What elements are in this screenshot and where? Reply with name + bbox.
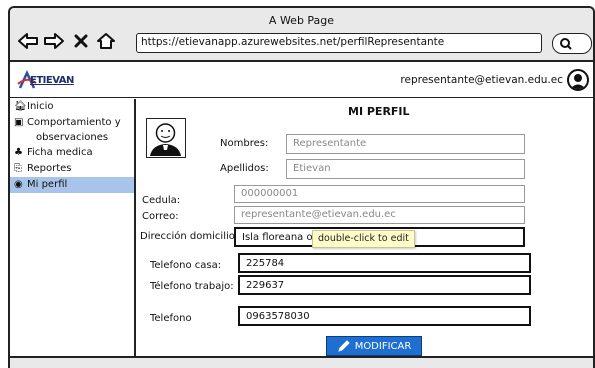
- logo-text: ETIEVAN: [30, 75, 74, 86]
- tel-casa-field[interactable]: 225784: [238, 253, 531, 273]
- home-icon: 🏠︎: [14, 101, 27, 112]
- edit-tooltip: double-click to edit: [312, 230, 415, 248]
- user-circle-icon: ◉: [14, 179, 23, 190]
- nombres-field[interactable]: Representante: [286, 134, 525, 154]
- correo-label: Correo:: [142, 211, 179, 222]
- forward-arrow-icon[interactable]: [42, 30, 66, 52]
- horizontal-scrollbar[interactable]: [10, 356, 593, 368]
- browser-window: A Web Page https://etievanapp.azurewebsi…: [8, 6, 595, 368]
- sidebar-item-mi-perfil[interactable]: ◉ Mi perfil: [10, 177, 134, 193]
- report-icon: ⎘: [14, 163, 22, 174]
- notebook-icon: ▣: [14, 117, 24, 128]
- browser-titlebar: A Web Page https://etievanapp.azurewebsi…: [10, 8, 593, 62]
- back-arrow-icon[interactable]: [16, 30, 40, 52]
- tel-trabajo-label: Télefono trabajo:: [150, 281, 234, 292]
- telefono-label: Telefono: [150, 313, 192, 324]
- pencil-icon: [337, 340, 350, 352]
- nombres-label: Nombres:: [220, 138, 269, 149]
- cedula-field[interactable]: 000000001: [234, 185, 525, 203]
- modify-button-label: MODIFICAR: [354, 340, 412, 352]
- user-silhouette-icon: [150, 123, 181, 156]
- correo-field[interactable]: representante@etievan.edu.ec: [234, 206, 525, 224]
- sidebar-item-label: Reportes: [27, 163, 72, 174]
- search-box[interactable]: [552, 33, 592, 54]
- sidebar-item-sublabel[interactable]: observaciones: [10, 131, 134, 145]
- telefono-field[interactable]: 0963578030: [238, 306, 531, 326]
- cedula-label: Cedula:: [142, 195, 181, 206]
- etievan-logo[interactable]: ETIEVAN: [16, 70, 86, 92]
- sidebar-item-label: Inicio: [27, 101, 54, 112]
- tel-trabajo-field[interactable]: 229637: [238, 275, 531, 295]
- sidebar-item-label: Mi perfil: [27, 179, 68, 190]
- search-icon: [560, 38, 572, 50]
- window-title: A Web Page: [268, 14, 335, 27]
- sidebar-item-comportamiento[interactable]: ▣ Comportamiento y: [10, 115, 134, 131]
- medical-icon: ♣: [14, 147, 23, 158]
- sidebar-item-label: Comportamiento y: [27, 117, 121, 128]
- avatar[interactable]: [567, 69, 589, 91]
- direccion-label: Dirección domicilio:: [140, 231, 239, 242]
- home-icon[interactable]: [94, 30, 118, 52]
- modify-button[interactable]: MODIFICAR: [326, 336, 422, 356]
- sidebar-item-label: Ficha medica: [27, 147, 93, 158]
- apellidos-field[interactable]: Etievan: [286, 159, 525, 179]
- page-title: MI PERFIL: [348, 105, 410, 118]
- profile-photo[interactable]: [146, 118, 186, 158]
- user-email[interactable]: representante@etievan.edu.ec: [400, 74, 563, 86]
- sidebar: 🏠︎ Inicio ▣ Comportamiento y observacion…: [10, 99, 136, 356]
- sidebar-item-reportes[interactable]: ⎘ Reportes: [10, 161, 134, 177]
- address-bar[interactable]: https://etievanapp.azurewebsites.net/per…: [136, 33, 542, 53]
- profile-panel: MI PERFIL Nombres: Representante Apellid…: [138, 99, 595, 356]
- close-icon[interactable]: [72, 30, 90, 52]
- apellidos-label: Apellidos:: [220, 163, 269, 174]
- sidebar-item-inicio[interactable]: 🏠︎ Inicio: [10, 99, 134, 115]
- sidebar-item-ficha-medica[interactable]: ♣ Ficha medica: [10, 145, 134, 161]
- tel-casa-label: Telefono casa:: [150, 260, 222, 271]
- app-header: ETIEVAN representante@etievan.edu.ec: [10, 62, 593, 98]
